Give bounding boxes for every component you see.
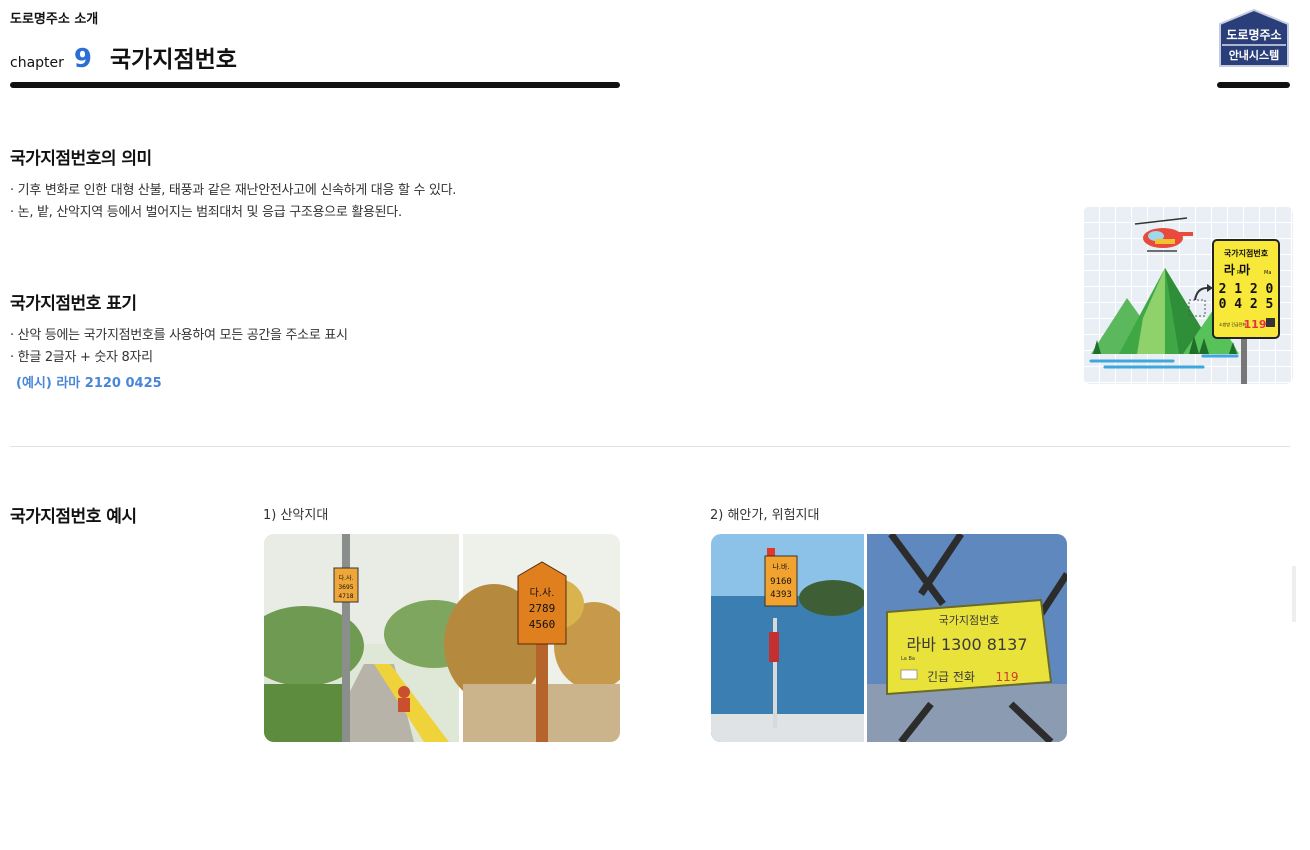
svg-text:La Ba: La Ba [901, 656, 915, 662]
page-title: 국가지점번호 [110, 47, 237, 73]
svg-text:나.바.: 나.바. [772, 562, 789, 571]
mountain-photo-2: 다.사. 2789 4560 [444, 534, 620, 742]
svg-text:다.사.: 다.사. [530, 587, 555, 599]
sign-footer-small: 소방방 긴급전화 [1219, 321, 1246, 327]
svg-text:다.사.: 다.사. [339, 574, 354, 582]
section-divider [10, 446, 1290, 447]
mountain-caption: 1) 산악지대 [263, 508, 329, 523]
notation-title: 국가지점번호 표기 [10, 294, 137, 314]
sign-number-2: 0 4 2 5 [1219, 297, 1274, 312]
system-logo[interactable]: 도로명주소 안내시스템 [1216, 8, 1292, 70]
sign-title: 국가지점번호 [1224, 248, 1269, 258]
svg-text:119: 119 [996, 670, 1019, 684]
sign-emergency: 119 [1244, 318, 1267, 331]
notation-bullet-1: · 산악 등에는 국가지점번호를 사용하여 모든 공간을 주소로 표시 [10, 328, 348, 343]
chapter-heading: chapter 9 국가지점번호 [10, 40, 237, 74]
logo-line1: 도로명주소 [1226, 28, 1281, 42]
svg-text:9160: 9160 [770, 577, 792, 587]
national-point-illustration: 국가지점번호 라 마 Ra Ma 2 1 2 0 0 4 2 5 소방방 긴급전… [1083, 206, 1293, 384]
mountain-photos: 다.사. 3695 4718 다.사. 2789 4560 [264, 534, 620, 742]
header-underline [10, 82, 620, 88]
meaning-bullet-2: · 논, 밭, 산악지역 등에서 벌어지는 범죄대처 및 응급 구조용으로 활용… [10, 205, 402, 220]
section-label: 도로명주소 소개 [10, 12, 99, 27]
svg-text:4560: 4560 [529, 618, 556, 631]
svg-text:2789: 2789 [529, 602, 556, 615]
svg-text:긴급 전화: 긴급 전화 [927, 670, 975, 684]
coast-photo-2: 국가지점번호 라바 1300 8137 La Ba 긴급 전화 119 [867, 534, 1067, 742]
coast-caption: 2) 해안가, 위험지대 [710, 508, 820, 523]
qr-code-icon [1266, 318, 1275, 327]
svg-text:국가지점번호: 국가지점번호 [939, 614, 1000, 627]
meaning-title: 국가지점번호의 의미 [10, 149, 152, 169]
notation-bullet-2: · 한글 2글자 + 숫자 8자리 [10, 350, 153, 365]
sign-roman-1: Ra [1237, 270, 1243, 276]
chapter-word: chapter [10, 55, 64, 71]
sign-roman-2: Ma [1264, 270, 1271, 276]
meaning-bullet-1: · 기후 변화로 인한 대형 산불, 태풍과 같은 재난안전사고에 신속하게 대… [10, 183, 457, 198]
svg-text:3695: 3695 [338, 584, 353, 591]
sign-number-1: 2 1 2 0 [1219, 282, 1274, 297]
examples-title: 국가지점번호 예시 [10, 507, 137, 527]
svg-text:라바 1300 8137: 라바 1300 8137 [906, 635, 1027, 654]
logo-underline [1217, 82, 1290, 88]
svg-text:4393: 4393 [770, 590, 792, 600]
svg-text:4718: 4718 [338, 593, 353, 600]
logo-line2: 안내시스템 [1229, 48, 1280, 62]
notation-example: (예시) 라마 2120 0425 [16, 376, 162, 391]
coast-photo-1: 나.바. 9160 4393 [711, 534, 867, 742]
scroll-edge [1292, 566, 1296, 622]
coast-photos: 나.바. 9160 4393 국가지점번호 라바 1300 8137 La Ba… [711, 534, 1067, 742]
chapter-number: 9 [73, 44, 92, 74]
